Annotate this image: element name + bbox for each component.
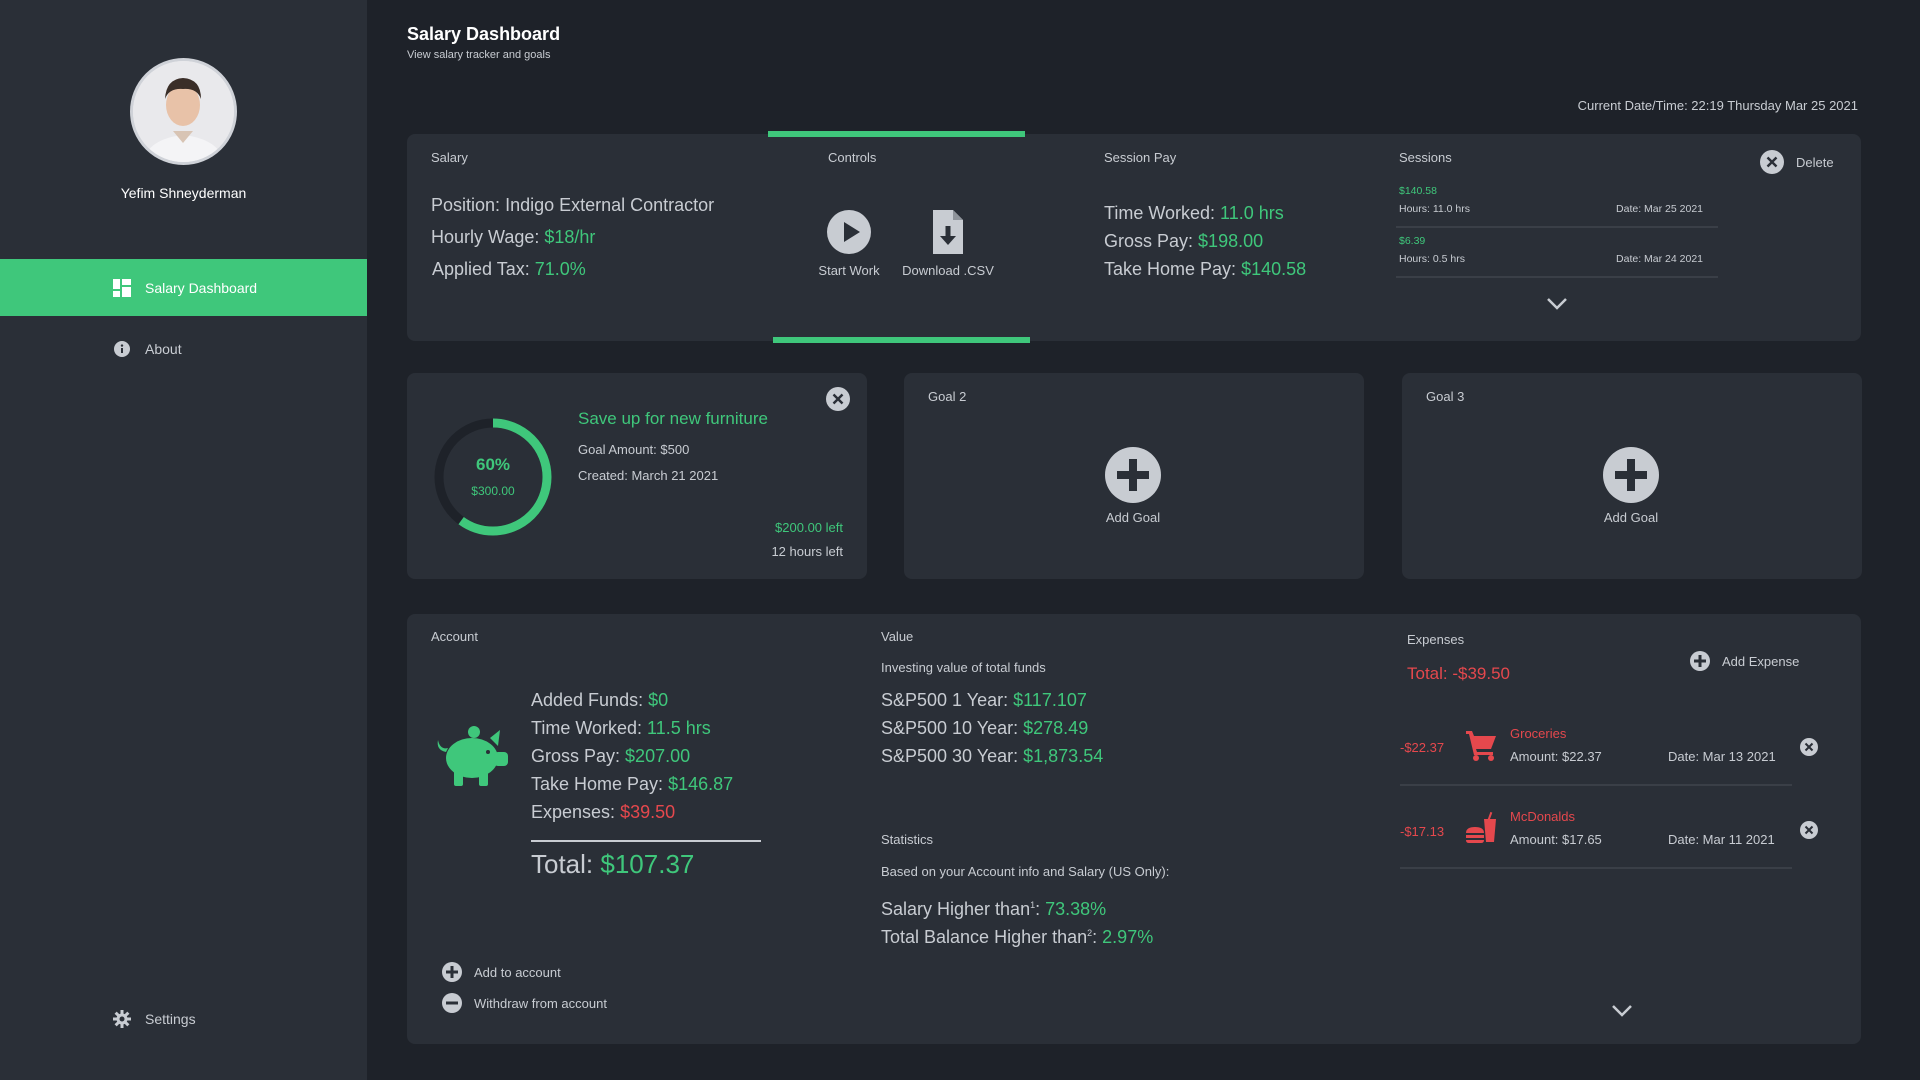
sidebar-item-about[interactable]: About — [0, 320, 367, 377]
salary-label: Salary — [431, 150, 468, 165]
file-download-icon — [933, 210, 963, 254]
account-total: Total: $107.37 — [531, 849, 695, 879]
remove-goal-button[interactable] — [826, 387, 850, 416]
value-10-year: S&P500 10 Year: $278.49 — [881, 718, 1089, 738]
expense-row-groceries[interactable]: -$22.37 Groceries Amount: $22.37 Date: M… — [1400, 706, 1818, 786]
expenses-label: Expenses — [1407, 632, 1465, 647]
goal-created: Created: March 21 2021 — [578, 468, 719, 483]
gear-icon — [113, 1009, 131, 1028]
goal-saved-amount: $300.00 — [471, 484, 515, 498]
user-name: Yefim Shneyderman — [120, 185, 247, 201]
current-datetime: Current Date/Time: 22:19 Thursday Mar 25… — [1577, 98, 1858, 113]
sidebar-item-settings[interactable]: Settings — [0, 990, 367, 1047]
cart-icon — [1466, 731, 1496, 761]
salary-position: Position: Indigo External Contractor — [431, 195, 715, 215]
add-goal-2-button[interactable]: Add Goal — [1083, 447, 1183, 525]
goal-title: Save up for new furniture — [578, 409, 768, 428]
fastfood-icon — [1466, 811, 1496, 843]
value-label: Value — [881, 629, 914, 644]
sidebar-item-label: Salary Dashboard — [145, 279, 258, 296]
goal-2-label: Goal 2 — [928, 389, 967, 404]
expense-row-mcdonalds[interactable]: -$17.13 McDonalds Amount: $17.65 Date: M… — [1400, 789, 1818, 869]
delete-session-button[interactable]: Delete — [1760, 150, 1834, 174]
account-label: Account — [431, 629, 478, 644]
close-icon[interactable] — [1800, 821, 1818, 839]
controls-label: Controls — [828, 150, 877, 165]
controls-top-bar — [768, 131, 1025, 137]
account-added-funds: Added Funds: $0 — [531, 690, 669, 710]
session-pay-label: Session Pay — [1104, 150, 1177, 165]
sessions-label: Sessions — [1399, 150, 1452, 165]
close-icon[interactable] — [1800, 738, 1818, 756]
add-goal-3-button[interactable]: Add Goal — [1581, 447, 1681, 525]
expenses-expand-button[interactable] — [1611, 1004, 1633, 1023]
piggy-bank-icon — [437, 726, 508, 786]
salary-tax: Applied Tax: 71.0% — [432, 259, 586, 279]
plus-circle-icon — [442, 962, 462, 982]
expenses-total: Total: -$39.50 — [1407, 664, 1511, 683]
goal-percent: 60% — [475, 455, 511, 474]
page-subtitle: View salary tracker and goals — [407, 49, 551, 61]
stat-balance-higher: Total Balance Higher than2: 2.97% — [881, 927, 1154, 947]
statistics-label: Statistics — [881, 832, 934, 847]
goal-3-label: Goal 3 — [1426, 389, 1465, 404]
chevron-down-icon — [1612, 1005, 1632, 1017]
salary-wage: Hourly Wage: $18/hr — [431, 227, 596, 247]
value-1-year: S&P500 1 Year: $117.107 — [881, 690, 1087, 710]
account-take-home: Take Home Pay: $146.87 — [531, 774, 734, 794]
controls-bottom-bar — [773, 337, 1030, 343]
withdraw-button[interactable]: Withdraw from account — [442, 993, 607, 1013]
page-title: Salary Dashboard — [407, 24, 561, 44]
chevron-down-icon — [1547, 298, 1567, 310]
session-take-home: Take Home Pay: $140.58 — [1104, 259, 1307, 279]
account-time-worked: Time Worked: 11.5 hrs — [531, 718, 711, 738]
goal-money-left: $200.00 left — [775, 520, 843, 535]
session-row[interactable]: $140.58 Hours: 11.0 hrs Date: Mar 25 202… — [1396, 184, 1718, 228]
value-30-year: S&P500 30 Year: $1,873.54 — [881, 746, 1104, 766]
session-row[interactable]: $6.39 Hours: 0.5 hrs Date: Mar 24 2021 — [1396, 234, 1718, 278]
plus-circle-icon — [1690, 651, 1710, 671]
minus-circle-icon — [442, 993, 462, 1013]
avatar — [130, 58, 237, 165]
close-icon — [826, 387, 850, 411]
sidebar: Yefim Shneyderman Salary Dashboard About… — [0, 0, 367, 1080]
goal-amount: Goal Amount: $500 — [578, 442, 690, 457]
account-gross-pay: Gross Pay: $207.00 — [531, 746, 691, 766]
goal-progress-ring — [434, 418, 552, 536]
sidebar-item-label: Settings — [145, 1010, 196, 1027]
plus-icon — [1603, 447, 1659, 503]
dashboard-icon — [113, 278, 131, 297]
play-icon — [827, 210, 871, 254]
download-csv-button[interactable]: Download .CSV — [896, 210, 1000, 278]
add-expense-button[interactable]: Add Expense — [1690, 651, 1799, 671]
close-icon — [1760, 150, 1784, 174]
info-icon — [113, 340, 131, 358]
value-description: Investing value of total funds — [881, 660, 1046, 675]
goal-hours-left: 12 hours left — [771, 544, 843, 559]
start-work-button[interactable]: Start Work — [810, 210, 888, 278]
statistics-description: Based on your Account info and Salary (U… — [881, 864, 1170, 879]
sidebar-item-salary-dashboard[interactable]: Salary Dashboard — [0, 259, 367, 316]
add-to-account-button[interactable]: Add to account — [442, 962, 561, 982]
account-expenses: Expenses: $39.50 — [531, 802, 676, 822]
account-divider — [531, 840, 761, 842]
sessions-expand-button[interactable] — [1546, 297, 1568, 316]
sidebar-item-label: About — [145, 340, 182, 357]
plus-icon — [1105, 447, 1161, 503]
